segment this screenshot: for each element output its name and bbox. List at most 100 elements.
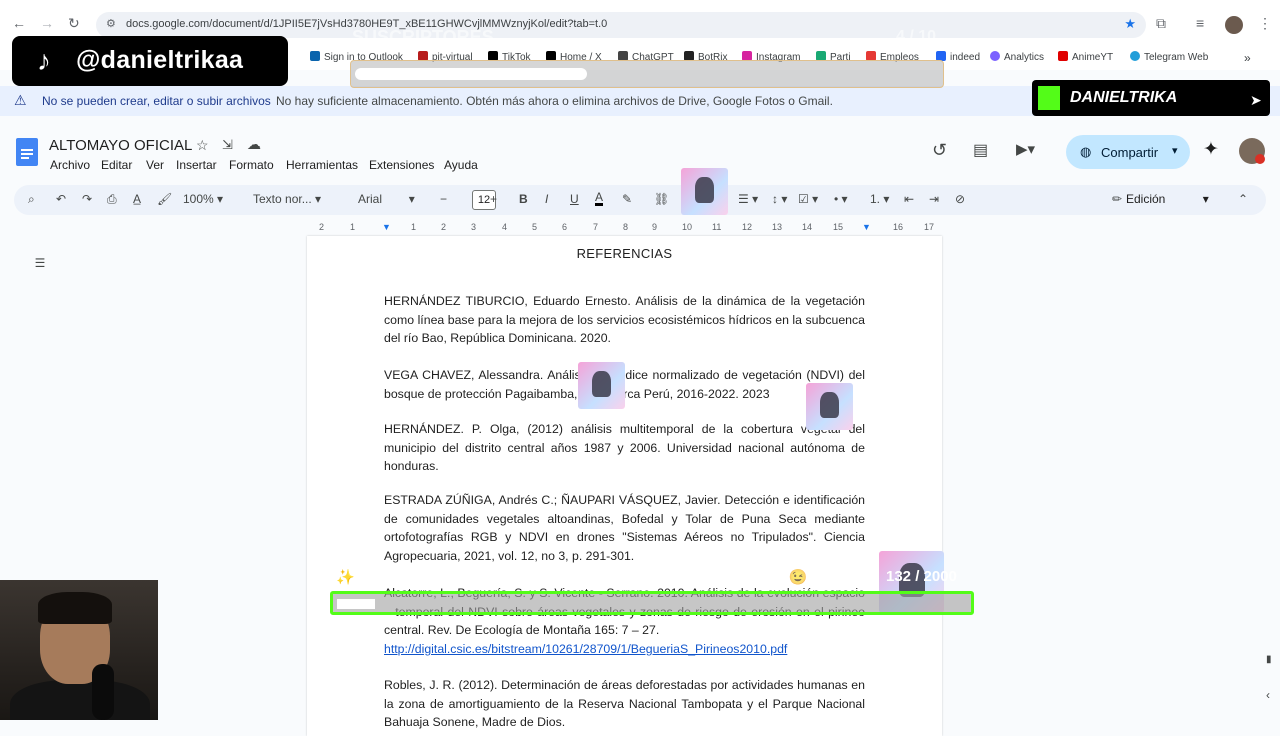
anime-sticker-image xyxy=(578,362,625,409)
scroll-handle[interactable]: ▮ xyxy=(1266,654,1272,665)
reference-link-line[interactable]: http://digital.csic.es/bitstream/10261/2… xyxy=(384,640,865,659)
highlight-icon[interactable]: ✎ xyxy=(622,192,632,206)
font-select[interactable]: Arial ▾ xyxy=(358,192,415,206)
bookmark-item[interactable]: Analytics xyxy=(990,51,1044,63)
checklist-icon[interactable]: ☑ ▾ xyxy=(798,192,818,206)
clear-formatting-icon[interactable]: ⊘ xyxy=(955,192,965,206)
bookmark-star-icon[interactable]: ★ xyxy=(1124,16,1136,32)
zoom-select[interactable]: 100% ▾ xyxy=(183,192,223,206)
browser-menu-icon[interactable]: ⋮ xyxy=(1258,15,1272,32)
text-color-icon[interactable]: A xyxy=(595,191,604,206)
globe-icon: ◍ xyxy=(1080,144,1092,159)
menu-formato[interactable]: Formato xyxy=(229,158,274,172)
menu-insertar[interactable]: Insertar xyxy=(176,158,217,172)
subscribers-goal-bar xyxy=(350,60,944,88)
chevron-down-icon[interactable]: ▾ xyxy=(1172,144,1178,157)
address-bar[interactable]: ⚙ docs.google.com/document/d/1JPII5E7jVs… xyxy=(96,12,1146,38)
bold-icon[interactable]: B xyxy=(519,192,528,206)
undo-icon[interactable]: ↶ xyxy=(56,192,66,206)
document-title[interactable]: ALTOMAYO OFICIAL xyxy=(49,137,192,154)
anime-sticker-image xyxy=(681,168,728,215)
right-indent-marker-icon[interactable]: ▼ xyxy=(862,222,871,232)
link-icon[interactable]: ⛓ xyxy=(654,192,669,206)
warning-icon: ⚠ xyxy=(14,92,27,108)
menu-editar[interactable]: Editar xyxy=(101,158,132,172)
reference-entry: HERNÁNDEZ. P. Olga, (2012) análisis mult… xyxy=(384,422,865,473)
editing-mode-select[interactable]: Edición ▾ xyxy=(1126,192,1209,206)
move-icon[interactable]: ⇲ xyxy=(222,137,233,153)
profile-avatar[interactable] xyxy=(1225,16,1243,34)
document-page[interactable]: REFERENCIAS HERNÁNDEZ TIBURCIO, Eduardo … xyxy=(307,236,942,736)
increase-font-icon[interactable]: + xyxy=(490,192,497,206)
edit-mode-pencil-icon[interactable]: ✏ xyxy=(1112,192,1122,206)
share-label: Compartir xyxy=(1101,145,1159,160)
tiktok-handle: @danieltrikaa xyxy=(76,46,244,74)
collapse-toolbar-icon[interactable]: ⌃ xyxy=(1238,192,1248,206)
indent-marker-icon[interactable]: ▼ xyxy=(382,222,391,232)
docs-logo-icon[interactable] xyxy=(16,138,38,166)
reference-entry: Robles, J. R. (2012). Determinación de á… xyxy=(384,678,865,729)
subscribers-goal-label: SUSCRIPTORES xyxy=(352,27,494,47)
gemini-icon[interactable]: ✦ xyxy=(1203,138,1219,161)
kick-overlay: DANIELTRIKA ➤ xyxy=(1032,80,1270,116)
menu-ver[interactable]: Ver xyxy=(146,158,164,172)
docs-header: ALTOMAYO OFICIAL ☆ ⇲ ☁ Archivo Editar Ve… xyxy=(0,130,1280,178)
cloud-status-icon[interactable]: ☁ xyxy=(247,136,261,153)
extensions-icon[interactable]: ⧉ xyxy=(1156,15,1166,32)
menu-extensiones[interactable]: Extensiones xyxy=(369,158,434,172)
warning-message: No se pueden crear, editar o subir archi… xyxy=(42,94,271,108)
forward-icon[interactable]: → xyxy=(40,15,54,31)
bulleted-list-icon[interactable]: • ▾ xyxy=(834,192,848,206)
italic-icon[interactable]: I xyxy=(545,192,548,206)
kick-streak-label: 3x STREAK xyxy=(884,620,934,630)
reference-entry: ESTRADA ZÚÑIGA, Andrés C.; ÑAUPARI VÁSQU… xyxy=(384,493,865,563)
kick-logo-icon xyxy=(1038,86,1060,110)
kick-channel-name: DANIELTRIKA xyxy=(1070,89,1178,106)
tab-search-icon[interactable]: ≡ xyxy=(1196,15,1204,31)
tiktok-overlay: ♪ @danieltrikaa xyxy=(12,36,288,86)
numbered-list-icon[interactable]: 1. ▾ xyxy=(870,192,889,206)
meet-icon[interactable]: ▶▾ xyxy=(1016,140,1035,158)
increase-indent-icon[interactable]: ⇥ xyxy=(929,192,939,206)
references-heading: REFERENCIAS xyxy=(576,246,673,261)
align-icon[interactable]: ☰ ▾ xyxy=(738,192,758,206)
star-icon[interactable]: ☆ xyxy=(196,137,209,154)
share-button[interactable]: ◍ Compartir ▾ xyxy=(1066,135,1190,169)
microphone xyxy=(92,664,114,720)
paint-format-icon[interactable]: 🖌 xyxy=(157,192,172,206)
subscribers-goal-fill xyxy=(355,68,587,80)
reload-icon[interactable]: ↻ xyxy=(68,15,80,32)
decrease-indent-icon[interactable]: ⇤ xyxy=(904,192,914,206)
streamer-hair xyxy=(38,592,112,624)
sparkle-icon: ✨ xyxy=(336,569,355,586)
history-icon[interactable]: ↺ xyxy=(932,140,947,161)
menu-ayuda[interactable]: Ayuda xyxy=(444,158,478,172)
tiktok-logo-icon: ♪ xyxy=(16,39,72,83)
menu-herramientas[interactable]: Herramientas xyxy=(286,158,358,172)
kick-goal-fill xyxy=(337,599,375,609)
menu-archivo[interactable]: Archivo xyxy=(50,158,90,172)
comments-icon[interactable]: ▤ xyxy=(973,140,988,160)
line-spacing-icon[interactable]: ↕ ▾ xyxy=(772,192,787,206)
decrease-font-icon[interactable]: − xyxy=(440,192,447,206)
side-panel-toggle-icon[interactable]: ‹ xyxy=(1266,688,1270,702)
underline-icon[interactable]: U xyxy=(570,192,579,206)
print-icon[interactable]: ⎙ xyxy=(107,192,117,207)
document-outline-icon[interactable]: ☰ xyxy=(30,256,50,276)
formatting-toolbar: ⌕ ↶ ↷ ⎙ A̲ 🖌 100% ▾ Texto nor... ▾ Arial… xyxy=(14,185,1266,215)
spellcheck-icon[interactable]: A̲ xyxy=(133,192,141,206)
subscribers-goal-count: 4 / 10 xyxy=(896,28,937,45)
bookmark-item[interactable]: Telegram Web xyxy=(1130,51,1208,63)
bookmark-item[interactable]: AnimeYT xyxy=(1058,51,1113,63)
style-select[interactable]: Texto nor... ▾ xyxy=(253,192,321,206)
redo-icon[interactable]: ↷ xyxy=(82,192,92,206)
horizontal-ruler[interactable]: 2 1 ▼ 1 2 3 4 5 6 7 8 9 10 11 12 13 14 1… xyxy=(307,222,942,236)
more-bookmarks-icon[interactable]: » xyxy=(1244,51,1251,65)
search-menus-icon[interactable]: ⌕ xyxy=(28,192,35,207)
anime-sticker-image xyxy=(806,383,853,430)
account-avatar[interactable] xyxy=(1239,138,1265,164)
warning-details[interactable]: No hay suficiente almacenamiento. Obtén … xyxy=(276,94,833,108)
reference-link[interactable]: http://digital.csic.es/bitstream/10261/2… xyxy=(384,642,787,656)
site-settings-icon[interactable]: ⚙ xyxy=(106,17,116,30)
back-icon[interactable]: ← xyxy=(12,15,26,31)
